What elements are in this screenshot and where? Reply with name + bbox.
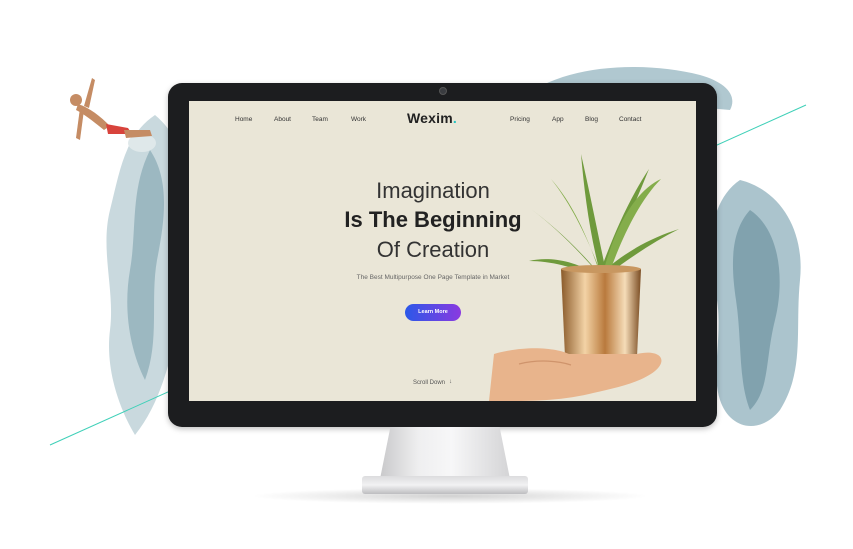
hero-title-line1: Imagination	[376, 178, 490, 203]
nav-link-pricing[interactable]: Pricing	[510, 116, 530, 123]
hero-title-line3: Of Creation	[376, 237, 490, 262]
nav-link-home[interactable]: Home	[235, 116, 252, 123]
hero-title-line2: Is The Beginning	[344, 207, 522, 232]
arrow-down-icon[interactable]: ↓	[449, 379, 452, 385]
scroll-down-link[interactable]: Scroll Down	[413, 380, 445, 386]
camera-icon	[439, 87, 447, 95]
learn-more-button[interactable]: Learn More	[405, 304, 461, 321]
brand-name: Wexim	[407, 110, 453, 126]
monitor-stand-base	[362, 476, 528, 494]
surfer-figure	[70, 78, 156, 152]
nav-link-app[interactable]: App	[552, 116, 564, 123]
brand-logo[interactable]: Wexim.	[407, 110, 457, 126]
nav-link-team[interactable]: Team	[312, 116, 328, 123]
nav-link-blog[interactable]: Blog	[585, 116, 598, 123]
monitor-frame: Home About Team Work Wexim. Pricing App …	[168, 83, 717, 427]
nav-link-work[interactable]: Work	[351, 116, 366, 123]
nav-link-about[interactable]: About	[274, 116, 291, 123]
hero-subtitle: The Best Multipurpose One Page Template …	[356, 274, 510, 281]
website-screen: Home About Team Work Wexim. Pricing App …	[189, 101, 696, 401]
brand-dot: .	[452, 110, 457, 126]
nav-link-contact[interactable]: Contact	[619, 116, 641, 123]
monitor-stand-neck	[380, 427, 510, 479]
